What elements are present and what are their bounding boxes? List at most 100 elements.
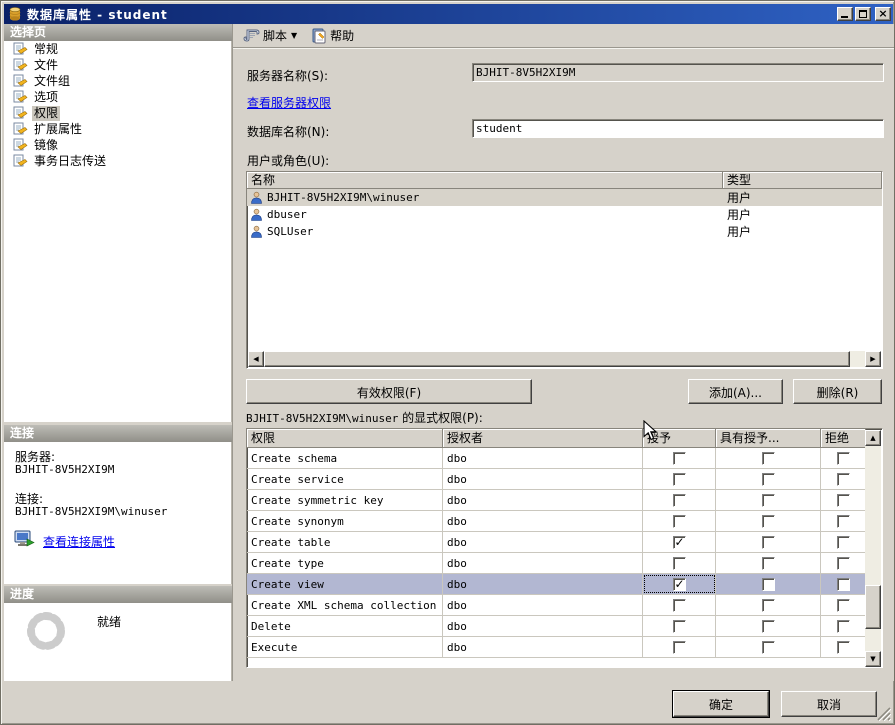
with-grant-checkbox[interactable] — [761, 451, 775, 465]
grant-checkbox[interactable] — [672, 640, 686, 654]
with-grant-checkbox[interactable] — [761, 619, 775, 633]
scrollbar-thumb[interactable] — [264, 351, 850, 367]
table-row[interactable]: BJHIT-8V5H2XI9M\winuser 用户 — [247, 189, 882, 206]
titlebar[interactable]: 数据库属性 - student × — [4, 4, 893, 24]
deny-checkbox[interactable] — [836, 598, 850, 612]
users-column-name[interactable]: 名称 — [247, 172, 723, 189]
maximize-button[interactable] — [855, 7, 871, 21]
sidebar-item-files[interactable]: 文件 — [4, 57, 231, 73]
sidebar-item-general[interactable]: 常规 — [4, 41, 231, 57]
with-grant-checkbox[interactable] — [761, 598, 775, 612]
grant-checkbox[interactable] — [672, 514, 686, 528]
with-grant-checkbox[interactable] — [761, 514, 775, 528]
grant-checkbox[interactable] — [672, 535, 686, 549]
page-icon — [13, 154, 28, 167]
table-row[interactable]: Create service dbo — [247, 469, 866, 490]
table-row[interactable]: Create XML schema collection dbo — [247, 595, 866, 616]
user-type: 用户 — [727, 191, 752, 205]
deny-checkbox[interactable] — [836, 472, 850, 486]
remove-button[interactable]: 删除(R) — [793, 379, 882, 404]
with-grant-checkbox[interactable] — [761, 472, 775, 486]
table-row[interactable]: Create synonym dbo — [247, 511, 866, 532]
grant-checkbox[interactable] — [672, 619, 686, 633]
scrollbar-thumb[interactable] — [865, 585, 881, 629]
grant-checkbox[interactable] — [672, 577, 686, 591]
ok-button[interactable]: 确定 — [673, 691, 769, 717]
page-list: 常规 文件 文件组 选项 权限 扩展属性 镜像 事务日志传送 — [4, 41, 232, 422]
table-row[interactable]: dbuser 用户 — [247, 206, 882, 223]
page-icon — [13, 122, 28, 135]
add-button[interactable]: 添加(A)... — [688, 379, 783, 404]
explicit-permissions-label: BJHIT-8V5H2XI9M\winuser 的显式权限(P): — [246, 411, 483, 425]
users-table: 名称 类型 BJHIT-8V5H2XI9M\winuser 用户 dbuser … — [246, 171, 883, 369]
progress-panel: 就绪 — [4, 603, 232, 681]
user-name: BJHIT-8V5H2XI9M\winuser — [267, 191, 420, 204]
table-row[interactable]: Execute dbo — [247, 637, 866, 658]
page-icon — [13, 74, 28, 87]
table-row[interactable]: Create type dbo — [247, 553, 866, 574]
connection-properties-icon — [14, 530, 35, 547]
grant-checkbox[interactable] — [672, 598, 686, 612]
database-name-field[interactable]: student — [472, 119, 884, 138]
table-row[interactable]: SQLUser 用户 — [247, 223, 882, 240]
perm-column-deny[interactable]: 拒绝 — [821, 429, 866, 448]
sidebar-item-filegroups[interactable]: 文件组 — [4, 73, 231, 89]
help-label: 帮助 — [330, 29, 355, 43]
login-value: BJHIT-8V5H2XI9M\winuser — [15, 505, 168, 518]
close-button[interactable]: × — [875, 7, 891, 21]
permissions-vertical-scrollbar[interactable]: ▲ ▼ — [865, 430, 881, 667]
with-grant-checkbox[interactable] — [761, 493, 775, 507]
perm-column-with-grant[interactable]: 具有授予... — [716, 429, 821, 448]
deny-checkbox[interactable] — [836, 556, 850, 570]
table-row[interactable]: Create table dbo — [247, 532, 866, 553]
user-name: SQLUser — [267, 225, 314, 238]
table-row[interactable]: Create symmetric key dbo — [247, 490, 866, 511]
table-row-selected[interactable]: Create view dbo — [247, 574, 866, 595]
deny-checkbox[interactable] — [836, 451, 850, 465]
table-row[interactable]: Create schema dbo — [247, 448, 866, 469]
cancel-button[interactable]: 取消 — [781, 691, 877, 717]
grant-checkbox[interactable] — [672, 451, 686, 465]
minimize-button[interactable] — [837, 7, 853, 21]
sidebar-item-mirroring[interactable]: 镜像 — [4, 137, 231, 153]
user-icon — [251, 191, 262, 204]
server-name-field[interactable]: BJHIT-8V5H2XI9M — [472, 63, 884, 82]
scroll-left-icon[interactable]: ◀ — [248, 351, 264, 367]
sidebar-item-permissions[interactable]: 权限 — [4, 105, 231, 121]
perm-column-grantor[interactable]: 授权者 — [443, 429, 643, 448]
resize-grip[interactable] — [876, 706, 891, 721]
sidebar-item-options[interactable]: 选项 — [4, 89, 231, 105]
grant-checkbox[interactable] — [672, 493, 686, 507]
deny-checkbox[interactable] — [836, 640, 850, 654]
effective-permissions-button[interactable]: 有效权限(F) — [246, 379, 532, 404]
with-grant-checkbox[interactable] — [761, 577, 775, 591]
deny-checkbox[interactable] — [836, 535, 850, 549]
scroll-right-icon[interactable]: ▶ — [865, 351, 881, 367]
help-button[interactable]: 帮助 — [308, 25, 357, 46]
window-title: 数据库属性 - student — [27, 7, 168, 22]
deny-checkbox[interactable] — [836, 577, 850, 591]
users-column-type[interactable]: 类型 — [723, 172, 882, 189]
sidebar-item-extended-properties[interactable]: 扩展属性 — [4, 121, 231, 137]
sidebar-item-log-shipping[interactable]: 事务日志传送 — [4, 153, 231, 169]
grant-checkbox[interactable] — [672, 556, 686, 570]
with-grant-checkbox[interactable] — [761, 535, 775, 549]
user-type: 用户 — [727, 208, 752, 222]
deny-checkbox[interactable] — [836, 619, 850, 633]
with-grant-checkbox[interactable] — [761, 556, 775, 570]
scroll-up-icon[interactable]: ▲ — [865, 430, 881, 446]
users-horizontal-scrollbar[interactable]: ◀ ▶ — [248, 351, 881, 367]
grant-checkbox[interactable] — [672, 472, 686, 486]
scroll-down-icon[interactable]: ▼ — [865, 651, 881, 667]
perm-column-permission[interactable]: 权限 — [247, 429, 443, 448]
view-server-permissions-link[interactable]: 查看服务器权限 — [247, 94, 331, 111]
user-name: dbuser — [267, 208, 307, 221]
table-row[interactable]: Delete dbo — [247, 616, 866, 637]
server-name-label: 服务器名称(S): — [247, 69, 329, 83]
script-button[interactable]: 脚本 ▼ — [240, 25, 300, 46]
deny-checkbox[interactable] — [836, 493, 850, 507]
with-grant-checkbox[interactable] — [761, 640, 775, 654]
view-connection-properties-link[interactable]: 查看连接属性 — [43, 533, 115, 550]
deny-checkbox[interactable] — [836, 514, 850, 528]
page-icon — [13, 58, 28, 71]
